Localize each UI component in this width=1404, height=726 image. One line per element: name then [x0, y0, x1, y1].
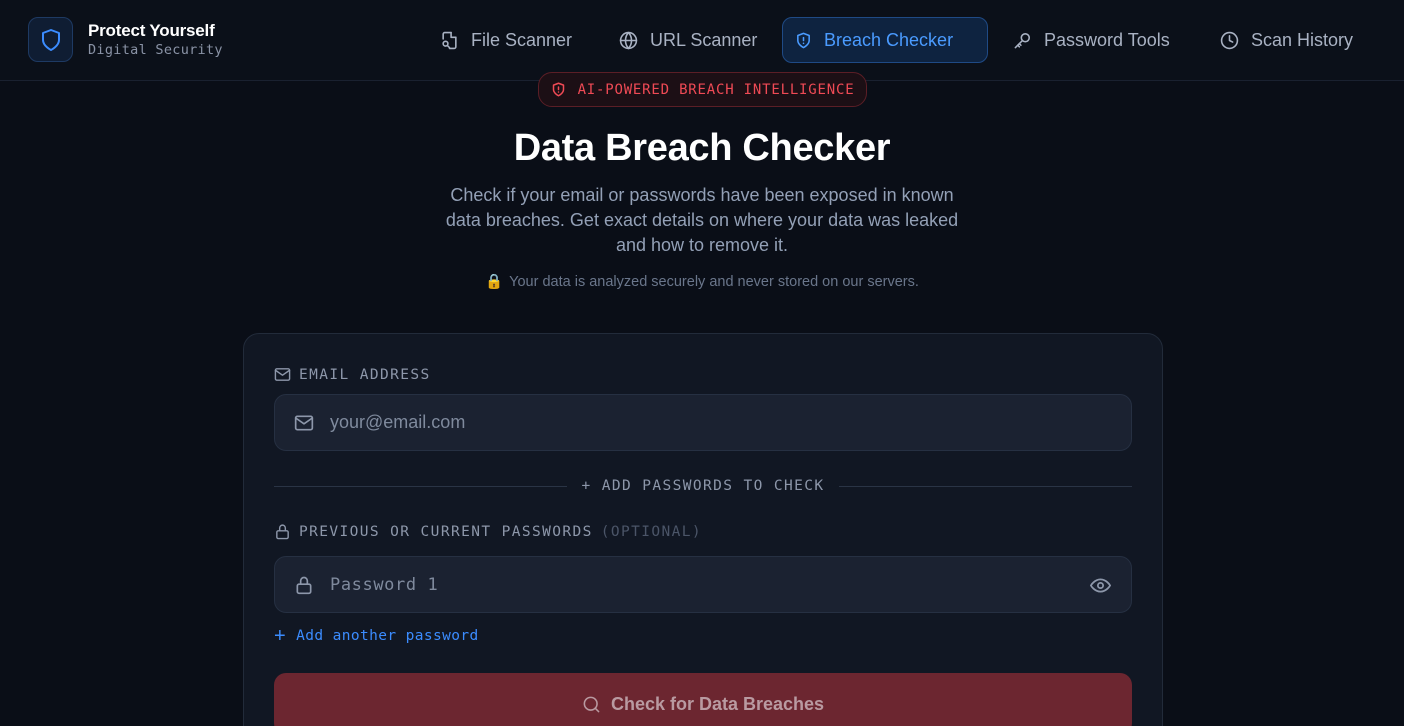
nav-breach-checker-label: Breach Checker	[824, 29, 954, 50]
top-nav-bar: Protect Yourself Digital Security File S…	[0, 0, 1404, 81]
nav-url-scanner[interactable]: URL Scanner	[607, 17, 769, 63]
password-label-text: PREVIOUS OR CURRENT PASSWORDS	[299, 523, 593, 540]
nav-url-scanner-label: URL Scanner	[650, 29, 758, 50]
add-another-password-button[interactable]: + Add another password	[274, 625, 479, 647]
page-title: Data Breach Checker	[513, 127, 891, 169]
password-label: PREVIOUS OR CURRENT PASSWORDS (OPTIONAL)	[274, 523, 702, 540]
nav-password-tools-label: Password Tools	[1044, 29, 1170, 50]
ai-badge: AI-POWERED BREACH INTELLIGENCE	[538, 72, 867, 107]
plus-icon: +	[274, 625, 287, 647]
add-passwords-divider-text: + ADD PASSWORDS TO CHECK	[581, 478, 825, 494]
file-search-icon	[442, 31, 457, 49]
shield-logo-icon	[28, 17, 73, 62]
password-field[interactable]	[274, 556, 1132, 613]
mail-icon	[294, 415, 314, 430]
shield-alert-icon	[797, 32, 810, 48]
lock-icon	[276, 524, 289, 540]
nav-file-scanner-label: File Scanner	[471, 29, 573, 50]
add-another-password-label: Add another password	[296, 628, 479, 644]
lock-icon: 🔒	[485, 274, 504, 290]
privacy-note: 🔒 Your data is analyzed securely and neve…	[0, 273, 1404, 290]
clock-icon	[1220, 31, 1239, 49]
page-subtitle: Check if your email or passwords have be…	[445, 185, 959, 255]
password-input[interactable]	[330, 574, 1050, 595]
check-breaches-label: Check for Data Breaches	[610, 693, 825, 714]
key-icon	[1014, 32, 1031, 48]
nav-password-tools[interactable]: Password Tools	[1001, 17, 1182, 63]
email-label-text: EMAIL ADDRESS	[299, 366, 431, 383]
add-passwords-divider: + ADD PASSWORDS TO CHECK	[274, 476, 1132, 496]
brand-title: Protect Yourself	[88, 21, 215, 40]
eye-icon[interactable]	[1090, 575, 1111, 596]
brand-subtitle: Digital Security	[88, 42, 223, 58]
globe-icon	[619, 31, 638, 49]
privacy-note-text: Your data is analyzed securely and never…	[509, 274, 919, 290]
password-optional-text: (OPTIONAL)	[600, 523, 703, 540]
mail-icon	[274, 368, 291, 381]
email-field[interactable]	[274, 394, 1132, 451]
nav-breach-checker[interactable]: Breach Checker	[782, 17, 988, 63]
lock-icon	[296, 576, 312, 594]
nav-scan-history-label: Scan History	[1251, 29, 1354, 50]
email-input[interactable]	[330, 412, 1050, 433]
breach-check-form: EMAIL ADDRESS + ADD PASSWORDS TO CHECK P…	[243, 333, 1163, 726]
shield-alert-icon	[552, 82, 564, 97]
email-label: EMAIL ADDRESS	[274, 366, 431, 383]
search-icon	[583, 696, 600, 712]
nav-file-scanner[interactable]: File Scanner	[428, 17, 584, 63]
check-breaches-button[interactable]: Check for Data Breaches	[274, 673, 1132, 726]
brand[interactable]: Protect Yourself Digital Security	[28, 17, 223, 62]
ai-badge-label: AI-POWERED BREACH INTELLIGENCE	[577, 81, 855, 98]
nav-scan-history[interactable]: Scan History	[1208, 17, 1365, 63]
